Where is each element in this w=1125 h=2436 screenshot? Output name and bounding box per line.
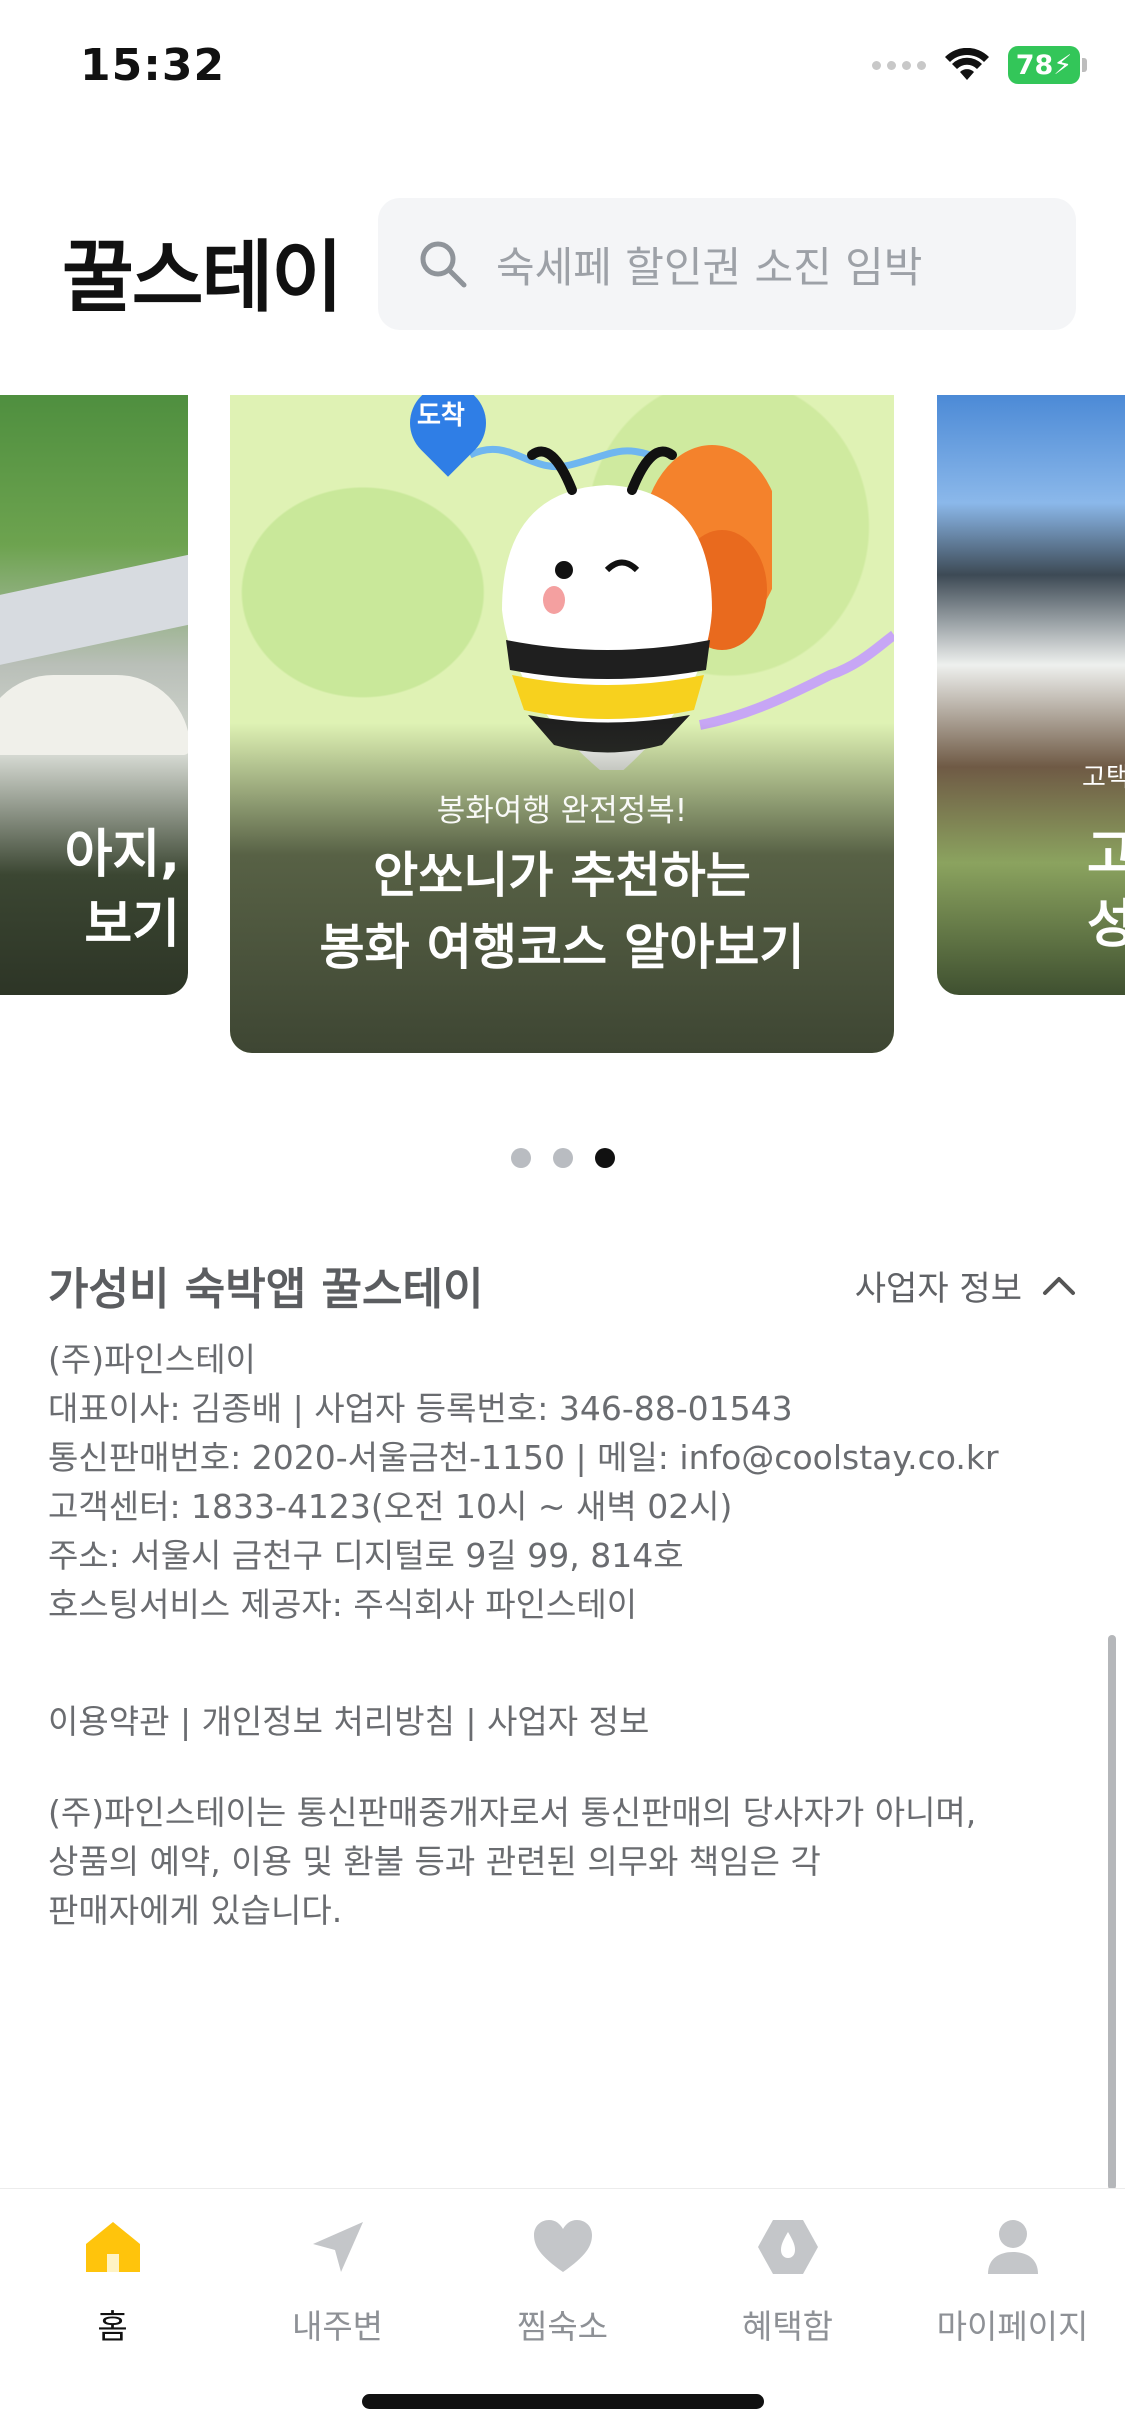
home-indicator[interactable] [362, 2394, 764, 2409]
battery-icon: 78 ⚡ [1008, 46, 1087, 84]
banner-subtitle: 봉화여행 완전정복! [436, 793, 688, 829]
terms-link[interactable]: 이용약관 [48, 1702, 169, 1741]
search-icon [420, 241, 467, 288]
business-info-lines: (주)파인스테이 대표이사: 김종배 | 사업자 등록번호: 346-88-01… [48, 1335, 1078, 1629]
status-bar: 15:32 78 ⚡ [0, 0, 1125, 135]
disclaimer-line: 상품의 예약, 이용 및 환불 등과 관련된 의무와 책임은 각 [48, 1842, 821, 1881]
banner-title: 안쏘니가 추천하는 봉화 여행코스 알아보기 [230, 840, 894, 984]
banner-card-previous[interactable]: 아지, 보기 [0, 395, 188, 995]
tab-benefits[interactable]: 혜택함 [675, 2214, 900, 2354]
location-arrow-icon [312, 2222, 363, 2272]
pagination-dot-active[interactable] [594, 1148, 615, 1168]
app-logo[interactable]: 꿀스테이 [62, 215, 343, 327]
tab-wishlist[interactable]: 찜숙소 [450, 2214, 675, 2354]
company-address: 주소: 서울시 금천구 디지털로 9길 99, 814호 [48, 1536, 684, 1575]
tab-mypage-label: 마이페이지 [936, 2307, 1089, 2346]
home-icon [85, 2222, 140, 2272]
company-info-header: 가성비 숙박앱 꿀스테이 사업자 정보 [48, 1255, 1078, 1315]
heart-icon [533, 2220, 592, 2272]
wifi-icon [945, 48, 989, 80]
map-pin-label: 도착 [417, 401, 465, 431]
footer-links: 이용약관 | 개인정보 처리방침 | 사업자 정보 [48, 1702, 650, 1741]
banner-card-next[interactable]: 고택 고 성 [937, 395, 1125, 995]
tab-benefits-label: 혜택함 [741, 2307, 834, 2346]
search-input[interactable]: 숙세페 할인권 소진 임박 [378, 198, 1076, 330]
benefit-icon [757, 2220, 818, 2274]
banner-card-next-small-text: 고택 [1082, 763, 1125, 793]
carousel-pagination [0, 1148, 1125, 1168]
company-name: (주)파인스테이 [48, 1340, 256, 1379]
cellular-signal-icon [872, 60, 926, 70]
tab-home-label: 홈 [97, 2307, 128, 2346]
app-header: 꿀스테이 숙세페 할인권 소진 임박 [0, 135, 1125, 395]
ceo-registration: 대표이사: 김종배 | 사업자 등록번호: 346-88-01543 [48, 1389, 793, 1428]
banner-title-line-1: 안쏘니가 추천하는 [373, 847, 751, 904]
business-info-toggle[interactable]: 사업자 정보 [855, 1261, 1078, 1310]
tab-nearby[interactable]: 내주변 [225, 2214, 450, 2354]
battery-level: 78 [1015, 49, 1054, 81]
search-placeholder: 숙세페 할인권 소진 임박 [496, 242, 923, 292]
tab-home[interactable]: 홈 [0, 2214, 225, 2354]
scrollbar[interactable] [1108, 1635, 1116, 2190]
company-info-section: 가성비 숙박앱 꿀스테이 사업자 정보 (주)파인스테이 대표이사: 김종배 |… [48, 1255, 1078, 1935]
banner-title-line-2: 봉화 여행코스 알아보기 [319, 919, 805, 976]
tab-wishlist-label: 찜숙소 [516, 2307, 609, 2346]
disclaimer-line: (주)파인스테이는 통신판매중개자로서 통신판매의 당사자가 아니며, [48, 1793, 977, 1832]
chevron-up-icon [1043, 1277, 1075, 1295]
bee-mascot-image [502, 445, 772, 770]
hosting-provider: 호스팅서비스 제공자: 주식회사 파인스테이 [48, 1585, 638, 1624]
tab-nearby-label: 내주변 [291, 2307, 384, 2346]
banner-card-current[interactable]: 도착 봉화여행 완전정복! 안쏘니가 추천하는 봉화 여행코스 알아보기 [230, 395, 894, 1053]
customer-center: 고객센터: 1833-4123(오전 10시 ~ 새벽 02시) [48, 1487, 733, 1526]
person-icon [987, 2220, 1038, 2274]
umbrella-image [0, 675, 188, 755]
disclaimer-line: 판매자에게 있습니다. [48, 1891, 343, 1930]
status-icons: 78 ⚡ [872, 46, 1087, 84]
mail-order-email: 통신판매번호: 2020-서울금천-1150 | 메일: info@coolst… [48, 1438, 999, 1477]
banner-card-previous-text: 아지, 보기 [64, 825, 180, 955]
pagination-dot[interactable] [552, 1148, 573, 1168]
banner-carousel[interactable]: 아지, 보기 도착 봉화여행 완전정복! 안쏘니가 추천하는 봉화 여행코스 알… [0, 395, 1125, 1055]
pagination-dot[interactable] [510, 1148, 531, 1168]
privacy-policy-link[interactable]: 개인정보 처리방침 [202, 1702, 455, 1741]
business-info-toggle-label: 사업자 정보 [854, 1268, 1022, 1309]
banner-card-next-text: 고 성 [1087, 825, 1125, 955]
status-time: 15:32 [80, 40, 226, 91]
disclaimer: (주)파인스테이는 통신판매중개자로서 통신판매의 당사자가 아니며, 상품의 … [48, 1788, 1078, 1935]
business-info-link[interactable]: 사업자 정보 [487, 1702, 649, 1741]
company-title: 가성비 숙박앱 꿀스테이 [48, 1264, 484, 1315]
tab-mypage[interactable]: 마이페이지 [900, 2214, 1125, 2354]
